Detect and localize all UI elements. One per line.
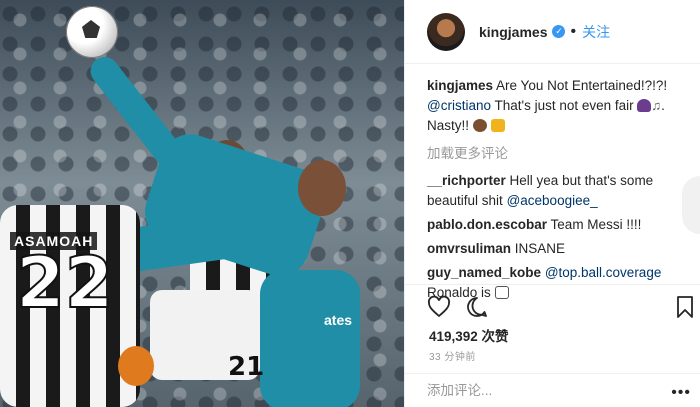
striker-head	[298, 160, 346, 216]
post-caption: kingjames Are You Not Entertained!?!?! @…	[427, 76, 693, 136]
caption-text-2: That's just not even fair	[494, 98, 634, 113]
comment-item: pablo.don.escobar Team Messi !!!!	[427, 215, 693, 235]
more-options-icon[interactable]: •••	[671, 384, 691, 402]
post-actions: 419,392 次赞 33 分钟前 •••	[405, 284, 700, 406]
comment-username[interactable]: pablo.don.escobar	[427, 217, 547, 232]
comment-icon[interactable]	[465, 295, 489, 319]
music-note-icon: ♫	[651, 98, 662, 113]
comment-item: omvrsuliman INSANE	[427, 239, 693, 259]
post-timestamp[interactable]: 33 分钟前	[429, 348, 476, 363]
defender-jersey-number: 21	[228, 352, 265, 382]
add-comment-input[interactable]	[427, 383, 647, 398]
username-link[interactable]: kingjames	[479, 24, 547, 40]
comment-mention[interactable]: @aceboogiee_	[507, 193, 598, 208]
comment-mention[interactable]: @top.ball.coverage	[545, 265, 662, 280]
goalkeeper-glove	[118, 346, 154, 386]
avatar[interactable]	[427, 12, 465, 51]
teammate-body	[260, 270, 360, 407]
action-icons	[427, 295, 693, 321]
caption-mention[interactable]: @cristiano	[427, 98, 491, 113]
caption-username[interactable]: kingjames	[427, 78, 493, 93]
comment-username[interactable]: guy_named_kobe	[427, 265, 541, 280]
follow-button[interactable]: 关注	[582, 22, 610, 42]
comment-item: __richporter Hell yea but that's some be…	[427, 171, 693, 211]
bookmark-icon[interactable]	[673, 295, 697, 319]
comment-text: INSANE	[514, 241, 566, 256]
scroll-arrow-button[interactable]	[682, 176, 700, 234]
soccer-ball	[66, 6, 118, 58]
post-side-panel: kingjames ✓ • 关注 kingjames Are You Not E…	[404, 0, 700, 407]
fist-emoji-icon	[472, 119, 487, 132]
post-photo[interactable]: ates ASAMOAH 22 21	[0, 0, 404, 407]
separator-dot: •	[570, 22, 577, 40]
comment-username[interactable]: omvrsuliman	[427, 241, 511, 256]
comments-list: kingjames Are You Not Entertained!?!?! @…	[427, 76, 693, 307]
add-comment-bar: •••	[405, 373, 700, 407]
heart-icon[interactable]	[427, 295, 451, 319]
woman-gesturing-emoji-icon	[637, 99, 652, 112]
likes-count[interactable]: 419,392 次赞	[429, 325, 509, 345]
jersey-number: 22	[15, 242, 114, 324]
ticket-emoji-icon	[490, 119, 505, 132]
verified-badge-icon: ✓	[552, 25, 566, 38]
shirt-sponsor: ates	[324, 312, 353, 328]
post-header: kingjames ✓ • 关注	[405, 0, 700, 64]
caption-text: Are You Not Entertained!?!?!	[496, 78, 668, 93]
load-more-comments-link[interactable]: 加载更多评论	[427, 144, 693, 164]
comment-username[interactable]: __richporter	[427, 173, 506, 188]
comment-text: Team Messi !!!!	[550, 217, 642, 232]
